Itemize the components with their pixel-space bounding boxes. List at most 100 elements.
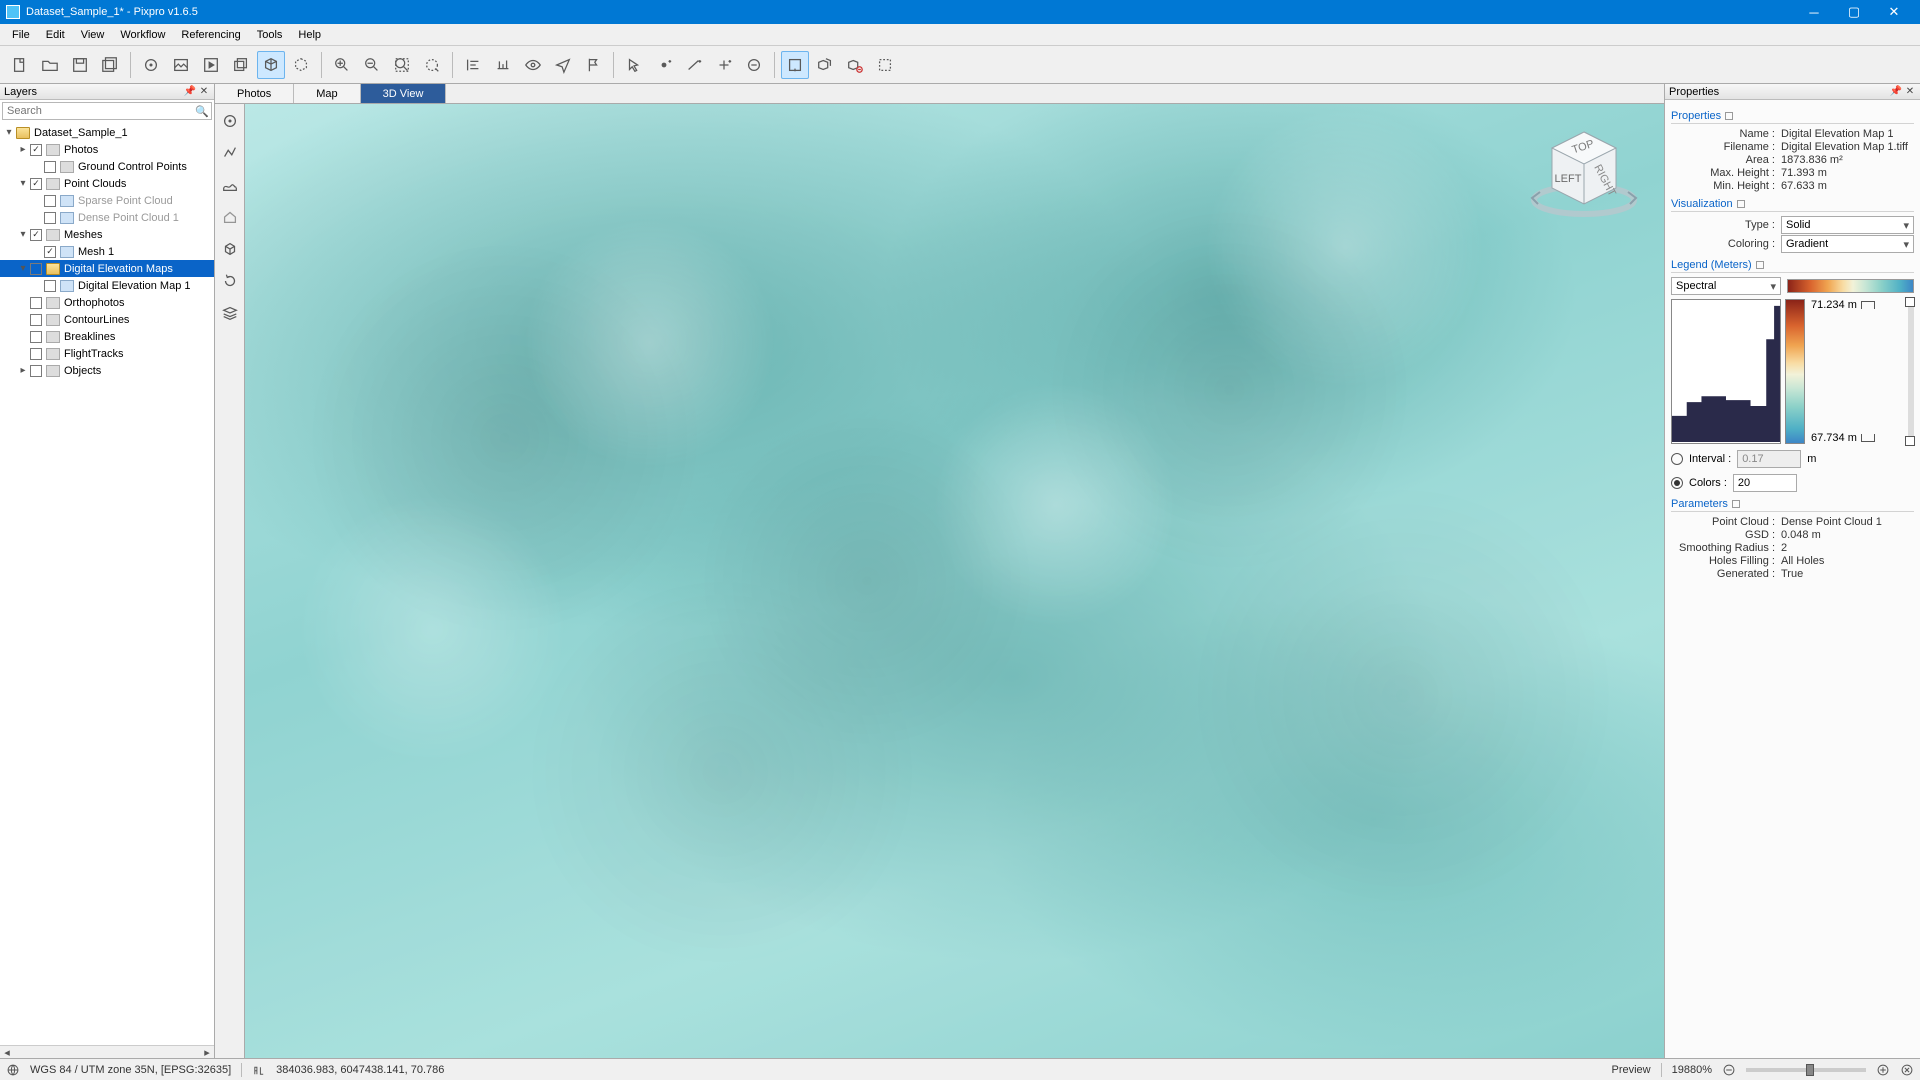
collapse-icon[interactable] [1732,500,1740,508]
open-button[interactable] [36,51,64,79]
toggle-icon[interactable]: ▾ [18,229,28,240]
tree-node[interactable]: Mesh 1 [0,243,214,260]
zoom-out-icon[interactable] [1722,1063,1736,1077]
checkbox[interactable] [30,297,42,309]
zoom-extent-button[interactable] [388,51,416,79]
georeference-button[interactable] [137,51,165,79]
eye-button[interactable] [519,51,547,79]
checkbox[interactable] [30,348,42,360]
new-project-button[interactable] [6,51,34,79]
layers-search[interactable]: 🔍 [2,102,212,120]
polyline-tool[interactable] [219,142,241,164]
close-panel-icon[interactable]: ✕ [1904,86,1916,98]
legend-scheme-select[interactable]: Spectral [1671,277,1781,295]
toggle-icon[interactable]: ▾ [18,178,28,189]
collapse-icon[interactable] [1756,261,1764,269]
image-button[interactable] [167,51,195,79]
tree-node[interactable]: ▸Photos [0,141,214,158]
pin-icon[interactable]: 📌 [184,86,196,98]
menu-edit[interactable]: Edit [38,24,73,46]
minimize-button[interactable]: ─ [1794,0,1834,24]
cube-delete-button[interactable] [841,51,869,79]
checkbox[interactable] [44,161,56,173]
tree-node[interactable]: Dense Point Cloud 1 [0,209,214,226]
tree-node[interactable]: FlightTracks [0,345,214,362]
box-tool[interactable] [219,238,241,260]
save-button[interactable] [66,51,94,79]
legend-range-slider[interactable] [1908,299,1914,444]
search-icon[interactable]: 🔍 [193,103,211,119]
legend-gradient[interactable] [1787,279,1914,293]
vis-type-select[interactable]: Solid [1781,216,1914,234]
tree-node[interactable]: ▾Digital Elevation Maps [0,260,214,277]
close-panel-icon[interactable]: ✕ [198,86,210,98]
checkbox[interactable] [30,178,42,190]
remove-circle-button[interactable] [740,51,768,79]
add-cross-button[interactable] [710,51,738,79]
toggle-icon[interactable]: ▸ [18,144,28,155]
layers-tool[interactable] [219,302,241,324]
add-point-button[interactable] [650,51,678,79]
checkbox[interactable] [44,195,56,207]
tree-node[interactable]: ▾Meshes [0,226,214,243]
collapse-icon[interactable] [1737,200,1745,208]
navigate-button[interactable] [549,51,577,79]
checkbox[interactable] [30,365,42,377]
play-button[interactable] [197,51,225,79]
checkbox[interactable] [30,263,42,275]
bbox-mode-button[interactable] [781,51,809,79]
tab-map[interactable]: Map [294,84,360,103]
toggle-icon[interactable]: ▾ [4,127,14,138]
surface-tool[interactable] [219,174,241,196]
stack-button[interactable] [227,51,255,79]
zoom-in-button[interactable] [328,51,356,79]
tree-node[interactable]: Breaklines [0,328,214,345]
tree-node[interactable]: Sparse Point Cloud [0,192,214,209]
zoom-slider[interactable] [1746,1068,1866,1072]
zoom-region-button[interactable] [418,51,446,79]
interval-input[interactable] [1737,450,1801,468]
pin-icon[interactable]: 📌 [1890,86,1902,98]
align-baseline-button[interactable] [489,51,517,79]
add-line-button[interactable] [680,51,708,79]
menu-file[interactable]: File [4,24,38,46]
menu-tools[interactable]: Tools [249,24,291,46]
zoom-in-icon[interactable] [1876,1063,1890,1077]
home-tool[interactable] [219,206,241,228]
close-button[interactable]: ✕ [1874,0,1914,24]
colors-input[interactable] [1733,474,1797,492]
target-tool[interactable] [219,110,241,132]
menu-help[interactable]: Help [290,24,329,46]
zoom-fit-icon[interactable] [1900,1063,1914,1077]
tree-node[interactable]: Orthophotos [0,294,214,311]
tree-root-label[interactable]: Dataset_Sample_1 [32,127,128,139]
checkbox[interactable] [30,314,42,326]
colors-radio[interactable] [1671,477,1683,489]
select-arrow-button[interactable] [620,51,648,79]
toggle-icon[interactable]: ▸ [18,365,28,376]
marquee-button[interactable] [871,51,899,79]
tree-node[interactable]: Digital Elevation Map 1 [0,277,214,294]
menu-referencing[interactable]: Referencing [173,24,248,46]
checkbox[interactable] [30,331,42,343]
flag-button[interactable] [579,51,607,79]
menu-view[interactable]: View [73,24,113,46]
cube-copy-button[interactable] [811,51,839,79]
layers-tree[interactable]: ▾ Dataset_Sample_1 ▸PhotosGround Control P… [0,122,214,1045]
zoom-out-button[interactable] [358,51,386,79]
rotate-tool[interactable] [219,270,241,292]
tree-node[interactable]: Ground Control Points [0,158,214,175]
checkbox[interactable] [44,280,56,292]
navigation-cube[interactable]: TOP LEFT RIGHT [1524,122,1644,232]
cube-wire-button[interactable] [287,51,315,79]
checkbox[interactable] [30,144,42,156]
tree-node[interactable]: ▾Point Clouds [0,175,214,192]
tree-node[interactable]: ▸Objects [0,362,214,379]
toggle-icon[interactable]: ▾ [18,263,28,274]
checkbox[interactable] [44,212,56,224]
tab-photos[interactable]: Photos [215,84,294,103]
align-left-button[interactable] [459,51,487,79]
3d-viewport[interactable]: TOP LEFT RIGHT [215,104,1664,1058]
collapse-icon[interactable] [1725,112,1733,120]
checkbox[interactable] [30,229,42,241]
